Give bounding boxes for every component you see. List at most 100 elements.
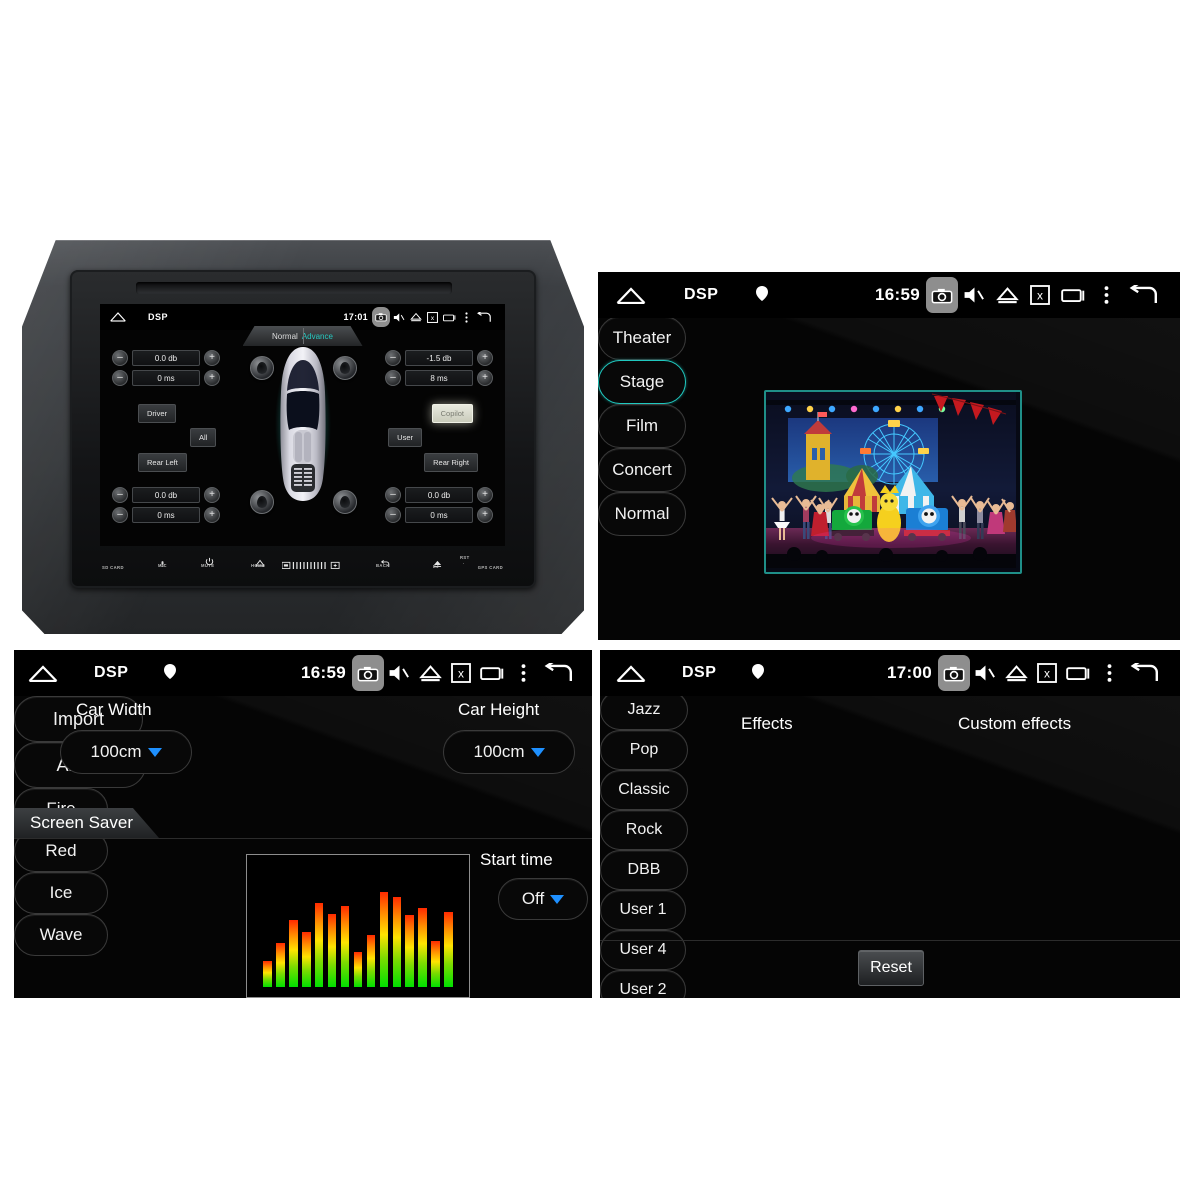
scene-button-concert[interactable]: Concert bbox=[598, 448, 686, 492]
recents-icon[interactable] bbox=[476, 665, 510, 681]
mute-icon[interactable] bbox=[958, 285, 990, 305]
plus-icon[interactable]: + bbox=[204, 487, 220, 503]
minus-icon[interactable]: – bbox=[385, 350, 401, 366]
reset-button[interactable]: Reset bbox=[858, 950, 924, 986]
seat-button-rear-left[interactable]: Rear Left bbox=[138, 453, 187, 472]
minus-icon[interactable]: – bbox=[112, 507, 128, 523]
reset-dot-icon[interactable]: · bbox=[463, 561, 465, 566]
gain-stepper-rear-left[interactable]: – 0.0 db + bbox=[112, 487, 220, 503]
eject-icon[interactable] bbox=[414, 664, 446, 682]
custom-button-user-1[interactable]: User 1 bbox=[600, 890, 686, 930]
minus-icon[interactable]: – bbox=[385, 370, 401, 386]
screen-off-icon[interactable]: x bbox=[424, 311, 441, 323]
plus-icon[interactable]: + bbox=[204, 370, 220, 386]
eject-label: EJ bbox=[433, 564, 439, 569]
back-icon[interactable] bbox=[473, 311, 495, 323]
speaker-icon-front-right[interactable] bbox=[333, 356, 357, 380]
start-time-dropdown[interactable]: Off bbox=[498, 878, 588, 920]
custom-button-user-4[interactable]: User 4 bbox=[600, 930, 686, 970]
saver-button-ice[interactable]: Ice bbox=[14, 872, 108, 914]
plus-icon[interactable]: + bbox=[477, 350, 493, 366]
speaker-icon-front-left[interactable] bbox=[250, 356, 274, 380]
home-icon[interactable] bbox=[616, 664, 646, 682]
effect-button-dbb[interactable]: DBB bbox=[600, 850, 688, 890]
delay-stepper-rear-right[interactable]: – 0 ms + bbox=[385, 507, 493, 523]
back-icon[interactable] bbox=[1120, 285, 1166, 305]
seat-button-driver[interactable]: Driver bbox=[138, 404, 176, 423]
volume-slider-icon[interactable] bbox=[281, 557, 340, 575]
effect-button-jazz[interactable]: Jazz bbox=[600, 690, 688, 730]
home-icon[interactable] bbox=[110, 312, 126, 322]
overflow-icon[interactable] bbox=[1092, 285, 1120, 305]
dsp-mode-tabs[interactable]: Normal Advance bbox=[242, 326, 363, 346]
screen-off-icon[interactable]: x bbox=[446, 663, 476, 683]
effect-button-pop[interactable]: Pop bbox=[600, 730, 688, 770]
recents-icon[interactable] bbox=[441, 313, 459, 322]
home-icon[interactable] bbox=[28, 664, 58, 682]
gain-value: 0.0 db bbox=[132, 350, 200, 366]
speaker-icon-rear-left[interactable] bbox=[250, 490, 274, 514]
scene-button-stage[interactable]: Stage bbox=[598, 360, 686, 404]
power-mute-icon[interactable] bbox=[205, 553, 214, 571]
statusbar-effects: DSP 17:00 x bbox=[600, 650, 1180, 696]
mute-icon[interactable] bbox=[970, 663, 1000, 683]
seat-button-copilot[interactable]: Copilot bbox=[431, 404, 473, 423]
overflow-icon[interactable] bbox=[510, 663, 536, 683]
camera-icon[interactable] bbox=[372, 307, 390, 327]
delay-value: 0 ms bbox=[132, 507, 200, 523]
minus-icon[interactable]: – bbox=[385, 487, 401, 503]
screen-off-icon[interactable]: x bbox=[1024, 285, 1056, 305]
custom-effects-header: Custom effects bbox=[958, 714, 1072, 733]
screen-saver-tab[interactable]: Screen Saver bbox=[14, 808, 159, 838]
overflow-icon[interactable] bbox=[1096, 663, 1122, 683]
plus-icon[interactable]: + bbox=[477, 370, 493, 386]
minus-icon[interactable]: – bbox=[112, 370, 128, 386]
delay-stepper-rear-left[interactable]: – 0 ms + bbox=[112, 507, 220, 523]
car-width-dropdown[interactable]: 100cm bbox=[60, 730, 192, 774]
eject-icon[interactable] bbox=[407, 312, 424, 322]
effect-button-classic[interactable]: Classic bbox=[600, 770, 688, 810]
plus-icon[interactable]: + bbox=[477, 507, 493, 523]
gain-stepper-front-right[interactable]: – -1.5 db + bbox=[385, 350, 493, 366]
plus-icon[interactable]: + bbox=[204, 350, 220, 366]
seat-button-rear-right[interactable]: Rear Right bbox=[424, 453, 478, 472]
tab-normal[interactable]: Normal bbox=[272, 332, 298, 341]
back-icon[interactable] bbox=[536, 663, 580, 683]
delay-stepper-front-right[interactable]: – 8 ms + bbox=[385, 370, 493, 386]
channel-rear-left: – 0.0 db + – 0 ms + bbox=[112, 487, 220, 523]
tab-advance[interactable]: Advance bbox=[302, 332, 333, 341]
screen-off-icon[interactable]: x bbox=[1032, 663, 1062, 683]
overflow-icon[interactable] bbox=[459, 311, 473, 323]
plus-icon[interactable]: + bbox=[204, 507, 220, 523]
gain-stepper-front-left[interactable]: – 0.0 db + bbox=[112, 350, 220, 366]
mute-icon[interactable] bbox=[390, 312, 407, 323]
scene-button-normal[interactable]: Normal bbox=[598, 492, 686, 536]
scene-button-film[interactable]: Film bbox=[598, 404, 686, 448]
minus-icon[interactable]: – bbox=[112, 350, 128, 366]
clock: 17:00 bbox=[887, 663, 932, 682]
eject-icon[interactable] bbox=[990, 286, 1024, 304]
back-icon[interactable] bbox=[1122, 663, 1166, 683]
recents-icon[interactable] bbox=[1062, 665, 1096, 681]
gain-stepper-rear-right[interactable]: – 0.0 db + bbox=[385, 487, 493, 503]
eject-icon[interactable] bbox=[1000, 664, 1032, 682]
visualizer-bar bbox=[379, 891, 389, 987]
scene-button-theater[interactable]: Theater bbox=[598, 316, 686, 360]
custom-button-user-2[interactable]: User 2 bbox=[600, 970, 686, 998]
minus-icon[interactable]: – bbox=[385, 507, 401, 523]
seat-button-all[interactable]: All bbox=[190, 428, 217, 447]
camera-icon[interactable] bbox=[926, 277, 958, 313]
effect-button-rock[interactable]: Rock bbox=[600, 810, 688, 850]
home-icon[interactable] bbox=[616, 286, 646, 304]
plus-icon[interactable]: + bbox=[477, 487, 493, 503]
camera-icon[interactable] bbox=[938, 655, 970, 691]
saver-button-wave[interactable]: Wave bbox=[14, 914, 108, 956]
recents-icon[interactable] bbox=[1056, 287, 1092, 303]
camera-icon[interactable] bbox=[352, 655, 384, 691]
mute-icon[interactable] bbox=[384, 663, 414, 683]
minus-icon[interactable]: – bbox=[112, 487, 128, 503]
seat-button-user[interactable]: User bbox=[388, 428, 422, 447]
speaker-icon-rear-right[interactable] bbox=[333, 490, 357, 514]
delay-stepper-front-left[interactable]: – 0 ms + bbox=[112, 370, 220, 386]
car-height-dropdown[interactable]: 100cm bbox=[443, 730, 575, 774]
